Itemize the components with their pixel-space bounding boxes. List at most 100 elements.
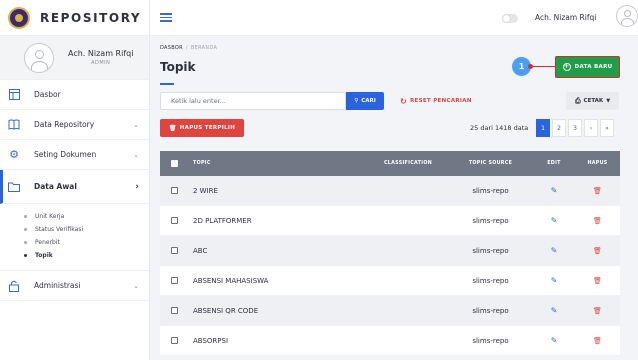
last-page[interactable]: » [600, 119, 614, 137]
source-cell: slims-repo [472, 246, 509, 255]
sidebar-item-label: Data Repository [34, 120, 95, 129]
search-icon: ⚲ [354, 98, 359, 104]
sidebar-item-label: Dasbor [34, 90, 61, 99]
column-source[interactable]: TOPIC SOURCE [448, 161, 533, 166]
search-input[interactable]: Ketik lalu enter... [160, 92, 346, 110]
lock-icon [8, 280, 20, 292]
topic-cell: 2 WIRE [193, 186, 218, 195]
main-content: DASBOR / BERANDA Topik 1 + DATA BARU Ketik… [150, 36, 638, 360]
trash-icon: 🗑 [168, 124, 177, 132]
trash-icon[interactable]: 🗑 [593, 187, 602, 195]
bullet-icon [24, 215, 27, 218]
topbar-user-name[interactable]: Ach. Nizam Rifqi [535, 13, 596, 22]
sidebar: REPOSITORY Ach. Nizam Rifqi ADMIN Dasbor… [0, 0, 150, 360]
sidebar-item-label: Seting Dokumen [34, 150, 97, 159]
logo-icon [8, 6, 30, 29]
table-row: ABSENSI QR CODE slims-repo ✎ 🗑 [160, 296, 620, 326]
delete-selected-button[interactable]: 🗑 HAPUS TERPILIH [160, 119, 244, 137]
bullet-icon [24, 254, 27, 257]
edit-icon[interactable]: ✎ [551, 246, 558, 255]
edit-icon[interactable]: ✎ [551, 186, 558, 195]
topics-table: TOPIC CLASSIFICATION TOPIC SOURCE EDIT H… [160, 151, 620, 356]
column-edit: EDIT [547, 161, 561, 166]
trash-icon[interactable]: 🗑 [593, 247, 602, 255]
topic-cell: ABSENSI QR CODE [193, 306, 259, 315]
page-1[interactable]: 1 [536, 119, 550, 137]
trash-icon[interactable]: 🗑 [593, 307, 602, 315]
submenu-item-status-verifikasi[interactable]: Status Verifikasi [24, 223, 149, 236]
sidebar-item-dasbor[interactable]: Dasbor [0, 80, 149, 110]
select-all-checkbox[interactable] [170, 160, 178, 167]
edit-icon[interactable]: ✎ [551, 306, 558, 315]
reset-label: RESET PENCARIAN [410, 98, 472, 104]
avatar[interactable] [616, 5, 638, 27]
new-data-button[interactable]: + DATA BARU [555, 56, 620, 78]
avatar [24, 42, 54, 73]
sidebar-item-label: Administrasi [34, 281, 81, 290]
printer-icon: ⎙ [574, 96, 581, 105]
trash-icon[interactable]: 🗑 [593, 277, 602, 285]
search-button[interactable]: ⚲ CARI [346, 92, 384, 110]
submenu-label: Status Verifikasi [35, 226, 84, 233]
trash-icon[interactable]: 🗑 [593, 217, 602, 225]
profile-role: ADMIN [91, 60, 111, 66]
bullet-icon [24, 228, 27, 231]
pagination: 1 2 3 › » [534, 119, 614, 137]
brand-name: REPOSITORY [40, 10, 142, 25]
sidebar-item-seting-dokumen[interactable]: ⚙ Seting Dokumen ⌄ [0, 140, 149, 170]
annotation-pointer [531, 66, 557, 67]
bullet-icon [24, 241, 27, 244]
row-checkbox[interactable] [170, 307, 178, 314]
page-3[interactable]: 3 [568, 119, 582, 137]
menu-icon[interactable] [160, 13, 172, 24]
brand[interactable]: REPOSITORY [0, 0, 149, 36]
page-2[interactable]: 2 [552, 119, 566, 137]
annotation-dot [528, 64, 533, 69]
profile-card[interactable]: Ach. Nizam Rifqi ADMIN [0, 36, 149, 80]
edit-icon[interactable]: ✎ [551, 276, 558, 285]
column-classification[interactable]: CLASSIFICATION [368, 161, 448, 166]
title-underline [160, 83, 174, 85]
chevron-down-icon: ⌄ [133, 281, 139, 290]
table-row: ABSORPSI slims-repo ✎ 🗑 [160, 326, 620, 356]
row-checkbox[interactable] [170, 187, 178, 194]
column-topic[interactable]: TOPIC [188, 161, 368, 166]
submenu-item-topik[interactable]: Topik [24, 249, 149, 262]
caret-down-icon: ▼ [606, 98, 611, 104]
breadcrumb-root[interactable]: DASBOR [160, 45, 183, 51]
source-cell: slims-repo [472, 336, 509, 345]
topic-cell: ABSENSI MAHASISWA [193, 276, 269, 285]
submenu-label: Unit Kerja [35, 213, 65, 220]
sidebar-item-data-awal[interactable]: Data Awal › [0, 170, 149, 204]
breadcrumb-separator: / [185, 45, 188, 51]
trash-icon[interactable]: 🗑 [593, 337, 602, 345]
topic-cell: 2D PLATFORMER [193, 216, 252, 225]
sidebar-item-administrasi[interactable]: Administrasi ⌄ [0, 271, 149, 301]
submenu-label: Penerbit [35, 239, 60, 246]
row-checkbox[interactable] [170, 247, 178, 254]
row-checkbox[interactable] [170, 217, 178, 224]
submenu-label: Topik [35, 252, 53, 259]
source-cell: slims-repo [472, 276, 509, 285]
sidebar-item-data-repository[interactable]: Data Repository ⌄ [0, 110, 149, 140]
row-checkbox[interactable] [170, 337, 178, 344]
table-row: 2D PLATFORMER slims-repo ✎ 🗑 [160, 206, 620, 236]
reset-search-button[interactable]: ↻ RESET PENCARIAN [400, 92, 472, 110]
edit-icon[interactable]: ✎ [551, 336, 558, 345]
sidebar-item-label: Data Awal [34, 182, 77, 191]
topic-cell: ABC [193, 246, 208, 255]
row-checkbox[interactable] [170, 277, 178, 284]
edit-icon[interactable]: ✎ [551, 216, 558, 225]
submenu-item-unit-kerja[interactable]: Unit Kerja [24, 210, 149, 223]
new-data-label: DATA BARU [574, 64, 613, 70]
submenu-data-awal: Unit Kerja Status Verifikasi Penerbit To… [0, 204, 149, 271]
record-count: 25 dari 1418 data [470, 124, 529, 132]
delete-selected-label: HAPUS TERPILIH [179, 125, 236, 131]
print-button[interactable]: ⎙ CETAK ▼ [566, 92, 619, 110]
next-page[interactable]: › [584, 119, 598, 137]
source-cell: slims-repo [472, 306, 509, 315]
plus-circle-icon: + [562, 63, 571, 71]
print-label: CETAK [583, 98, 604, 104]
theme-toggle[interactable] [502, 14, 518, 23]
submenu-item-penerbit[interactable]: Penerbit [24, 236, 149, 249]
